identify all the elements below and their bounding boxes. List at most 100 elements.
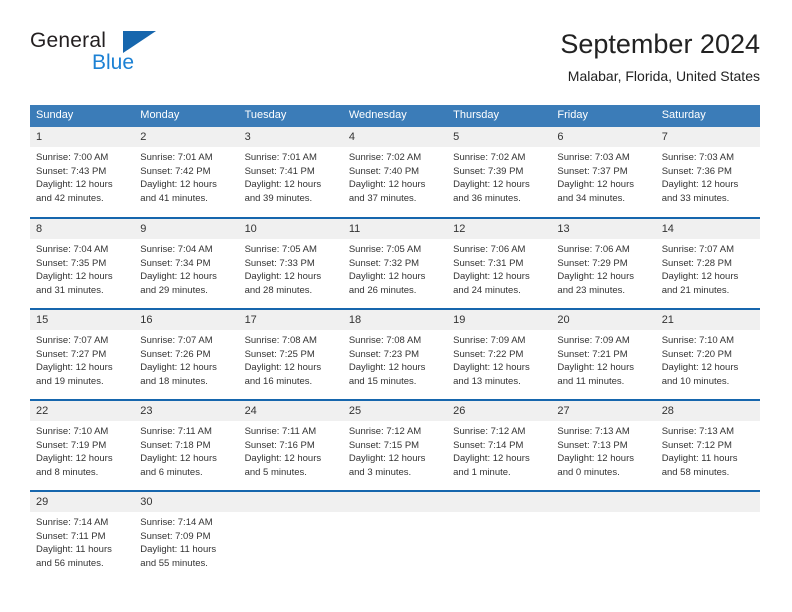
day-number: 21 [655,310,760,330]
sunset-text: Sunset: 7:22 PM [453,348,524,360]
calendar-day-cell[interactable]: 4 Sunrise: 7:02 AM Sunset: 7:40 PM Daylight… [342,127,448,218]
calendar-day-cell[interactable]: 25 Sunrise: 7:12 AM Sunset: 7:15 PM Dayligh… [342,399,448,491]
calendar-day-cell[interactable]: 29 Sunrise: 7:14 AM Sunset: 7:11 PM Dayligh… [30,490,135,582]
day-details: Sunrise: 7:00 AM Sunset: 7:43 PM Daylight:… [30,147,134,205]
location-subtitle: Malabar, Florida, United States [567,68,760,84]
day-number: 19 [447,310,552,330]
calendar-day-cell[interactable]: 27 Sunrise: 7:13 AM Sunset: 7:13 PM Dayligh… [551,399,656,491]
day-details: Sunrise: 7:05 AM Sunset: 7:33 PM Daylight:… [239,239,343,297]
sunset-text: Sunset: 7:21 PM [557,348,628,360]
daylight-text-line2: and 13 minutes. [453,375,521,387]
sunrise-text: Sunrise: 7:05 AM [348,244,422,255]
day-number: 8 [30,219,135,239]
calendar-day-cell[interactable]: 16 Sunrise: 7:07 AM Sunset: 7:26 PM Dayligh… [134,308,239,400]
sunrise-text: Sunrise: 7:05 AM [244,244,317,255]
daylight-text-line2: and 6 minutes. [140,466,203,478]
day-number: 10 [238,219,343,239]
calendar-day-cell[interactable]: 15 Sunrise: 7:07 AM Sunset: 7:27 PM Dayligh… [30,308,135,400]
day-details: Sunrise: 7:04 AM Sunset: 7:34 PM Daylight:… [134,239,238,297]
page-header: General Blue September 2024 Malabar, Flo… [30,28,760,90]
daylight-text-line1: Daylight: 12 hours [244,271,322,283]
calendar-week-row: 1 Sunrise: 7:00 AM Sunset: 7:43 PM Daylight… [30,127,760,218]
daylight-text-line2: and 36 minutes. [453,192,521,204]
sunrise-text: Sunrise: 7:06 AM [557,244,630,255]
sunset-text: Sunset: 7:34 PM [140,257,211,269]
day-number: 17 [238,310,343,330]
daylight-text-line2: and 11 minutes. [557,375,625,387]
calendar-day-cell[interactable]: 14 Sunrise: 7:07 AM Sunset: 7:28 PM Dayligh… [655,217,760,309]
calendar-day-cell[interactable]: 18 Sunrise: 7:08 AM Sunset: 7:23 PM Dayligh… [342,308,448,400]
day-number: 11 [342,219,448,239]
daylight-text-line2: and 1 minute. [453,466,511,478]
calendar-day-cell[interactable]: 20 Sunrise: 7:09 AM Sunset: 7:21 PM Dayligh… [551,308,656,400]
calendar-day-cell[interactable]: 5 Sunrise: 7:02 AM Sunset: 7:39 PM Daylight… [447,127,552,218]
calendar-day-cell[interactable]: 17 Sunrise: 7:08 AM Sunset: 7:25 PM Dayligh… [238,308,343,400]
day-details: Sunrise: 7:01 AM Sunset: 7:41 PM Daylight:… [239,147,343,205]
calendar-day-cell[interactable]: 26 Sunrise: 7:12 AM Sunset: 7:14 PM Dayligh… [447,399,552,491]
daylight-text-line2: and 18 minutes. [140,375,208,387]
daylight-text-line2: and 31 minutes. [36,284,104,296]
sunset-text: Sunset: 7:33 PM [244,257,315,269]
daylight-text-line2: and 55 minutes. [140,557,208,569]
sunset-text: Sunset: 7:43 PM [36,165,107,177]
daylight-text-line2: and 10 minutes. [661,375,730,387]
day-details: Sunrise: 7:03 AM Sunset: 7:37 PM Daylight:… [551,147,655,205]
calendar-day-cell[interactable]: 12 Sunrise: 7:06 AM Sunset: 7:31 PM Dayligh… [447,217,552,309]
sunrise-text: Sunrise: 7:08 AM [348,335,422,346]
calendar-day-cell[interactable]: 28 Sunrise: 7:13 AM Sunset: 7:12 PM Dayligh… [655,399,760,491]
sunset-text: Sunset: 7:13 PM [557,439,628,451]
calendar-day-cell[interactable]: 8 Sunrise: 7:04 AM Sunset: 7:35 PM Daylight… [30,217,135,309]
day-details: Sunrise: 7:11 AM Sunset: 7:18 PM Daylight:… [134,421,238,479]
daylight-text-line1: Daylight: 12 hours [557,362,634,374]
sunrise-text: Sunrise: 7:10 AM [36,426,109,437]
calendar-day-cell[interactable]: 7 Sunrise: 7:03 AM Sunset: 7:36 PM Daylight… [655,127,760,218]
calendar-day-cell[interactable]: 19 Sunrise: 7:09 AM Sunset: 7:22 PM Dayligh… [447,308,552,400]
daylight-text-line1: Daylight: 12 hours [557,179,634,191]
sunset-text: Sunset: 7:11 PM [36,530,106,542]
sunset-text: Sunset: 7:32 PM [348,257,420,269]
calendar-day-cell[interactable]: 30 Sunrise: 7:14 AM Sunset: 7:09 PM Dayligh… [134,490,239,582]
weekday-header-wednesday: Wednesday [342,105,448,127]
day-number: 9 [134,219,239,239]
calendar-day-cell[interactable]: 21 Sunrise: 7:10 AM Sunset: 7:20 PM Dayligh… [655,308,760,400]
day-details: Sunrise: 7:03 AM Sunset: 7:36 PM Daylight:… [656,147,760,205]
calendar-day-cell[interactable]: 3 Sunrise: 7:01 AM Sunset: 7:41 PM Daylight… [238,127,343,218]
calendar-day-cell[interactable]: 13 Sunrise: 7:06 AM Sunset: 7:29 PM Dayligh… [551,217,656,309]
calendar-day-cell[interactable]: 11 Sunrise: 7:05 AM Sunset: 7:32 PM Dayligh… [342,217,448,309]
calendar-day-cell[interactable]: 22 Sunrise: 7:10 AM Sunset: 7:19 PM Dayligh… [30,399,135,491]
generalblue-logo[interactable]: General Blue [30,28,260,86]
daylight-text-line2: and 29 minutes. [140,284,208,296]
day-details: Sunrise: 7:14 AM Sunset: 7:09 PM Daylight:… [134,512,238,570]
calendar-day-cell[interactable]: 6 Sunrise: 7:03 AM Sunset: 7:37 PM Daylight… [551,127,656,218]
calendar-day-cell[interactable]: 9 Sunrise: 7:04 AM Sunset: 7:34 PM Daylight… [134,217,239,309]
sunset-text: Sunset: 7:25 PM [244,348,315,360]
day-details: Sunrise: 7:08 AM Sunset: 7:25 PM Daylight:… [239,330,343,388]
daylight-text-line1: Daylight: 12 hours [661,362,739,374]
sunset-text: Sunset: 7:19 PM [36,439,107,451]
sunset-text: Sunset: 7:16 PM [244,439,315,451]
weekday-header-friday: Friday [551,105,656,127]
day-number: 26 [447,401,552,421]
title-block: September 2024 Malabar, Florida, United … [560,28,760,86]
calendar-day-cell-empty [342,490,448,582]
calendar-day-cell[interactable]: 23 Sunrise: 7:11 AM Sunset: 7:18 PM Dayligh… [134,399,239,491]
calendar-day-cell[interactable]: 2 Sunrise: 7:01 AM Sunset: 7:42 PM Daylight… [134,127,239,218]
sunset-text: Sunset: 7:28 PM [661,257,732,269]
sunrise-text: Sunrise: 7:04 AM [140,244,213,255]
daylight-text-line1: Daylight: 12 hours [348,271,426,283]
weekday-header-saturday: Saturday [655,105,760,127]
calendar-day-cell[interactable]: 10 Sunrise: 7:05 AM Sunset: 7:33 PM Dayligh… [238,217,343,309]
day-details: Sunrise: 7:07 AM Sunset: 7:28 PM Daylight:… [656,239,760,297]
day-number: 14 [655,219,760,239]
calendar-day-cell[interactable]: 1 Sunrise: 7:00 AM Sunset: 7:43 PM Daylight… [30,127,135,218]
day-number [238,492,343,512]
daylight-text-line1: Daylight: 11 hours [36,544,112,556]
daylight-text-line2: and 15 minutes. [348,375,417,387]
calendar-day-cell[interactable]: 24 Sunrise: 7:11 AM Sunset: 7:16 PM Dayligh… [238,399,343,491]
calendar-header-row: Sunday Monday Tuesday Wednesday Thursday… [30,105,760,127]
day-details: Sunrise: 7:01 AM Sunset: 7:42 PM Daylight:… [134,147,238,205]
calendar-table: Sunday Monday Tuesday Wednesday Thursday… [30,105,760,582]
day-number [655,492,760,512]
day-details: Sunrise: 7:07 AM Sunset: 7:26 PM Daylight:… [134,330,238,388]
daylight-text-line1: Daylight: 12 hours [36,271,113,283]
